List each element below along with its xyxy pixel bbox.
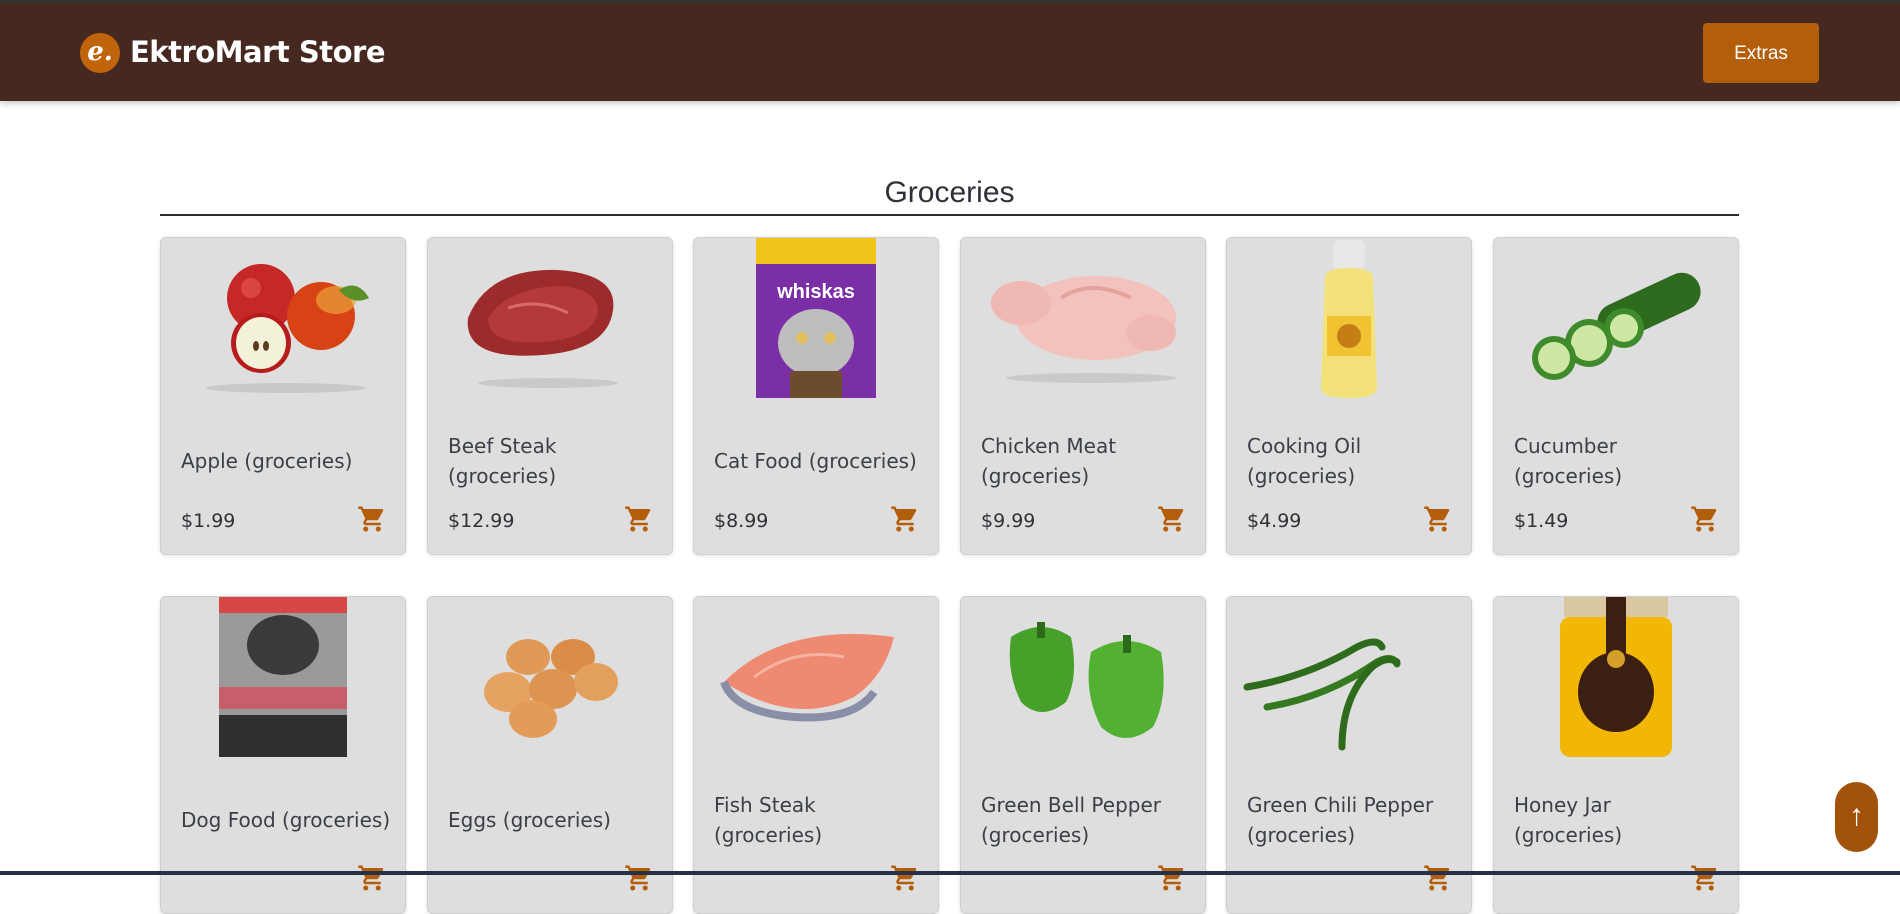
product-name[interactable]: Green Bell Pepper (groceries) bbox=[981, 772, 1191, 867]
brand-name[interactable]: EktroMart Store bbox=[130, 35, 386, 69]
product-price: $1.99 bbox=[181, 510, 236, 532]
product-name[interactable]: Cat Food (groceries) bbox=[714, 413, 924, 508]
cart-icon[interactable] bbox=[1690, 863, 1720, 893]
bell-pepper-image bbox=[1009, 622, 1164, 738]
cart-icon[interactable] bbox=[890, 863, 920, 893]
product-price: $12.99 bbox=[448, 510, 515, 532]
product-price: $9.99 bbox=[981, 510, 1036, 532]
product-name[interactable]: Fish Steak (groceries) bbox=[714, 772, 924, 867]
product-card[interactable]: Cucumber (groceries) $1.49 bbox=[1493, 237, 1739, 555]
beef-steak-image bbox=[467, 269, 618, 388]
dog-food-image bbox=[219, 597, 347, 757]
cart-icon[interactable] bbox=[1423, 863, 1453, 893]
cart-icon[interactable] bbox=[1423, 504, 1453, 534]
product-name[interactable]: Cooking Oil (groceries) bbox=[1247, 413, 1457, 508]
product-name[interactable]: Honey Jar (groceries) bbox=[1514, 772, 1724, 867]
product-card[interactable]: Beef Steak (groceries) $12.99 bbox=[427, 237, 673, 555]
bottom-border bbox=[0, 871, 1900, 875]
product-price: $4.99 bbox=[1247, 510, 1302, 532]
chicken-image bbox=[991, 276, 1176, 383]
product-name[interactable]: Dog Food (groceries) bbox=[181, 772, 391, 867]
fish-steak-image bbox=[720, 634, 894, 722]
cucumber-image bbox=[1532, 272, 1701, 380]
scroll-to-top-button[interactable]: ↑ bbox=[1835, 782, 1878, 852]
site-header: e. EktroMart Store Extras bbox=[0, 2, 1900, 101]
product-name[interactable]: Eggs (groceries) bbox=[448, 772, 658, 867]
cart-icon[interactable] bbox=[1157, 863, 1187, 893]
cart-icon[interactable] bbox=[624, 863, 654, 893]
chili-pepper-image bbox=[1243, 638, 1401, 751]
product-card[interactable]: Chicken Meat (groceries) $9.99 bbox=[960, 237, 1206, 555]
cart-icon[interactable] bbox=[1690, 504, 1720, 534]
product-card[interactable]: Apple (groceries) $1.99 bbox=[160, 237, 406, 555]
product-card[interactable]: Dog Food (groceries) bbox=[160, 596, 406, 914]
product-card[interactable]: Eggs (groceries) bbox=[427, 596, 673, 914]
apple-image bbox=[206, 264, 369, 393]
honey-jar-image bbox=[1560, 597, 1672, 757]
product-card[interactable]: Cooking Oil (groceries) $4.99 bbox=[1226, 237, 1472, 555]
cart-icon[interactable] bbox=[890, 504, 920, 534]
product-name[interactable]: Chicken Meat (groceries) bbox=[981, 413, 1191, 508]
product-card[interactable]: Green Bell Pepper (groceries) bbox=[960, 596, 1206, 914]
cart-icon[interactable] bbox=[357, 863, 387, 893]
product-price: $8.99 bbox=[714, 510, 769, 532]
brand-logo-icon[interactable]: e. bbox=[80, 33, 120, 73]
product-name[interactable]: Apple (groceries) bbox=[181, 413, 391, 508]
svg-text:whiskas: whiskas bbox=[776, 281, 855, 303]
eggs-image bbox=[484, 639, 618, 738]
cooking-oil-image bbox=[1321, 240, 1377, 398]
section-divider bbox=[160, 214, 1739, 216]
product-card[interactable]: Fish Steak (groceries) bbox=[693, 596, 939, 914]
product-card[interactable]: Honey Jar (groceries) bbox=[1493, 596, 1739, 914]
cart-icon[interactable] bbox=[357, 504, 387, 534]
product-name[interactable]: Cucumber (groceries) bbox=[1514, 413, 1724, 508]
product-name[interactable]: Green Chili Pepper (groceries) bbox=[1247, 772, 1457, 867]
cart-icon[interactable] bbox=[624, 504, 654, 534]
product-name[interactable]: Beef Steak (groceries) bbox=[448, 413, 658, 508]
section-title: Groceries bbox=[884, 176, 1015, 209]
cart-icon[interactable] bbox=[1157, 504, 1187, 534]
product-price: $1.49 bbox=[1514, 510, 1569, 532]
extras-button[interactable]: Extras bbox=[1703, 23, 1819, 83]
cat-food-image: whiskas bbox=[756, 238, 876, 398]
product-card[interactable]: whiskas Cat Food (groceries) $8.99 bbox=[693, 237, 939, 555]
product-card[interactable]: Green Chili Pepper (groceries) bbox=[1226, 596, 1472, 914]
